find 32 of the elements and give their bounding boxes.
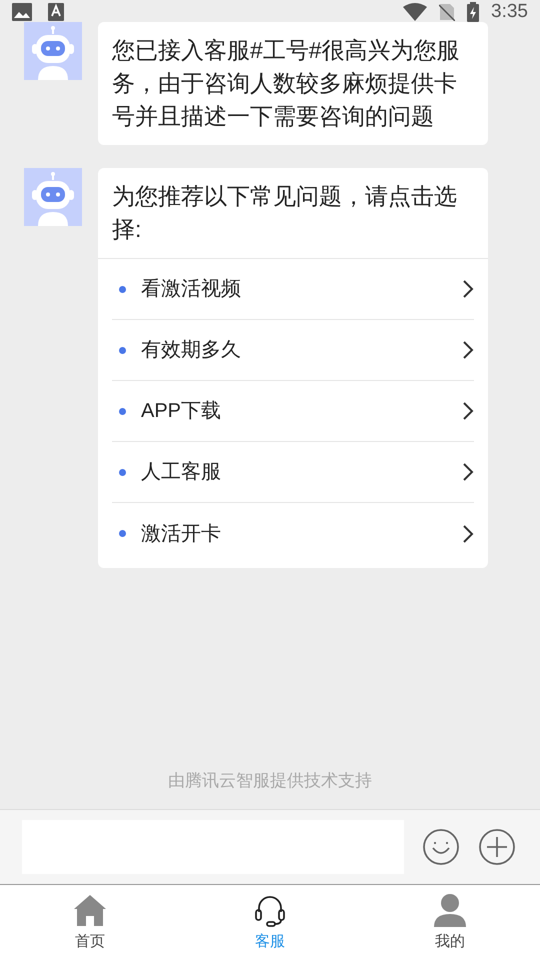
no-sim-icon (439, 3, 456, 21)
user-icon (433, 893, 467, 927)
faq-option[interactable]: 有效期多久 (112, 320, 474, 381)
message-text: 为您推荐以下常见问题，请点击选择: (111, 182, 458, 244)
faq-option[interactable]: 激活开卡 (112, 503, 474, 564)
wifi-icon (403, 3, 428, 21)
bullet-icon (119, 468, 126, 476)
home-icon (73, 893, 107, 927)
headset-icon (253, 893, 287, 927)
chevron-right-icon (462, 340, 474, 360)
image-icon (12, 3, 32, 21)
chevron-right-icon (462, 401, 474, 421)
robot-avatar (24, 168, 82, 226)
chevron-right-icon (462, 524, 474, 544)
faq-option[interactable]: 人工客服 (112, 442, 474, 503)
message-text: 您已接入客服#工号#很高兴为您服务，由于咨询人数较多麻烦提供卡号并且描述一下需要咨询的问题 (111, 36, 461, 131)
robot-avatar (24, 22, 82, 80)
footer-note: 由腾讯云智服提供技术支持 (168, 770, 372, 792)
nav-tab[interactable]: 我的 (360, 885, 540, 960)
smiley-icon[interactable] (422, 828, 460, 866)
faq-option[interactable]: 看激活视频 (112, 259, 474, 320)
bullet-icon (119, 346, 126, 354)
bullet-icon (119, 286, 126, 292)
faq-option[interactable]: APP下载 (112, 381, 474, 442)
font-icon (48, 3, 64, 21)
chevron-right-icon (462, 279, 474, 299)
bullet-icon (119, 530, 126, 537)
status-time: 3:35 (491, 0, 528, 24)
plus-icon[interactable] (478, 828, 516, 866)
chevron-right-icon (462, 462, 474, 482)
nav-tab[interactable]: 首页 (0, 885, 180, 960)
bullet-icon (119, 408, 126, 414)
